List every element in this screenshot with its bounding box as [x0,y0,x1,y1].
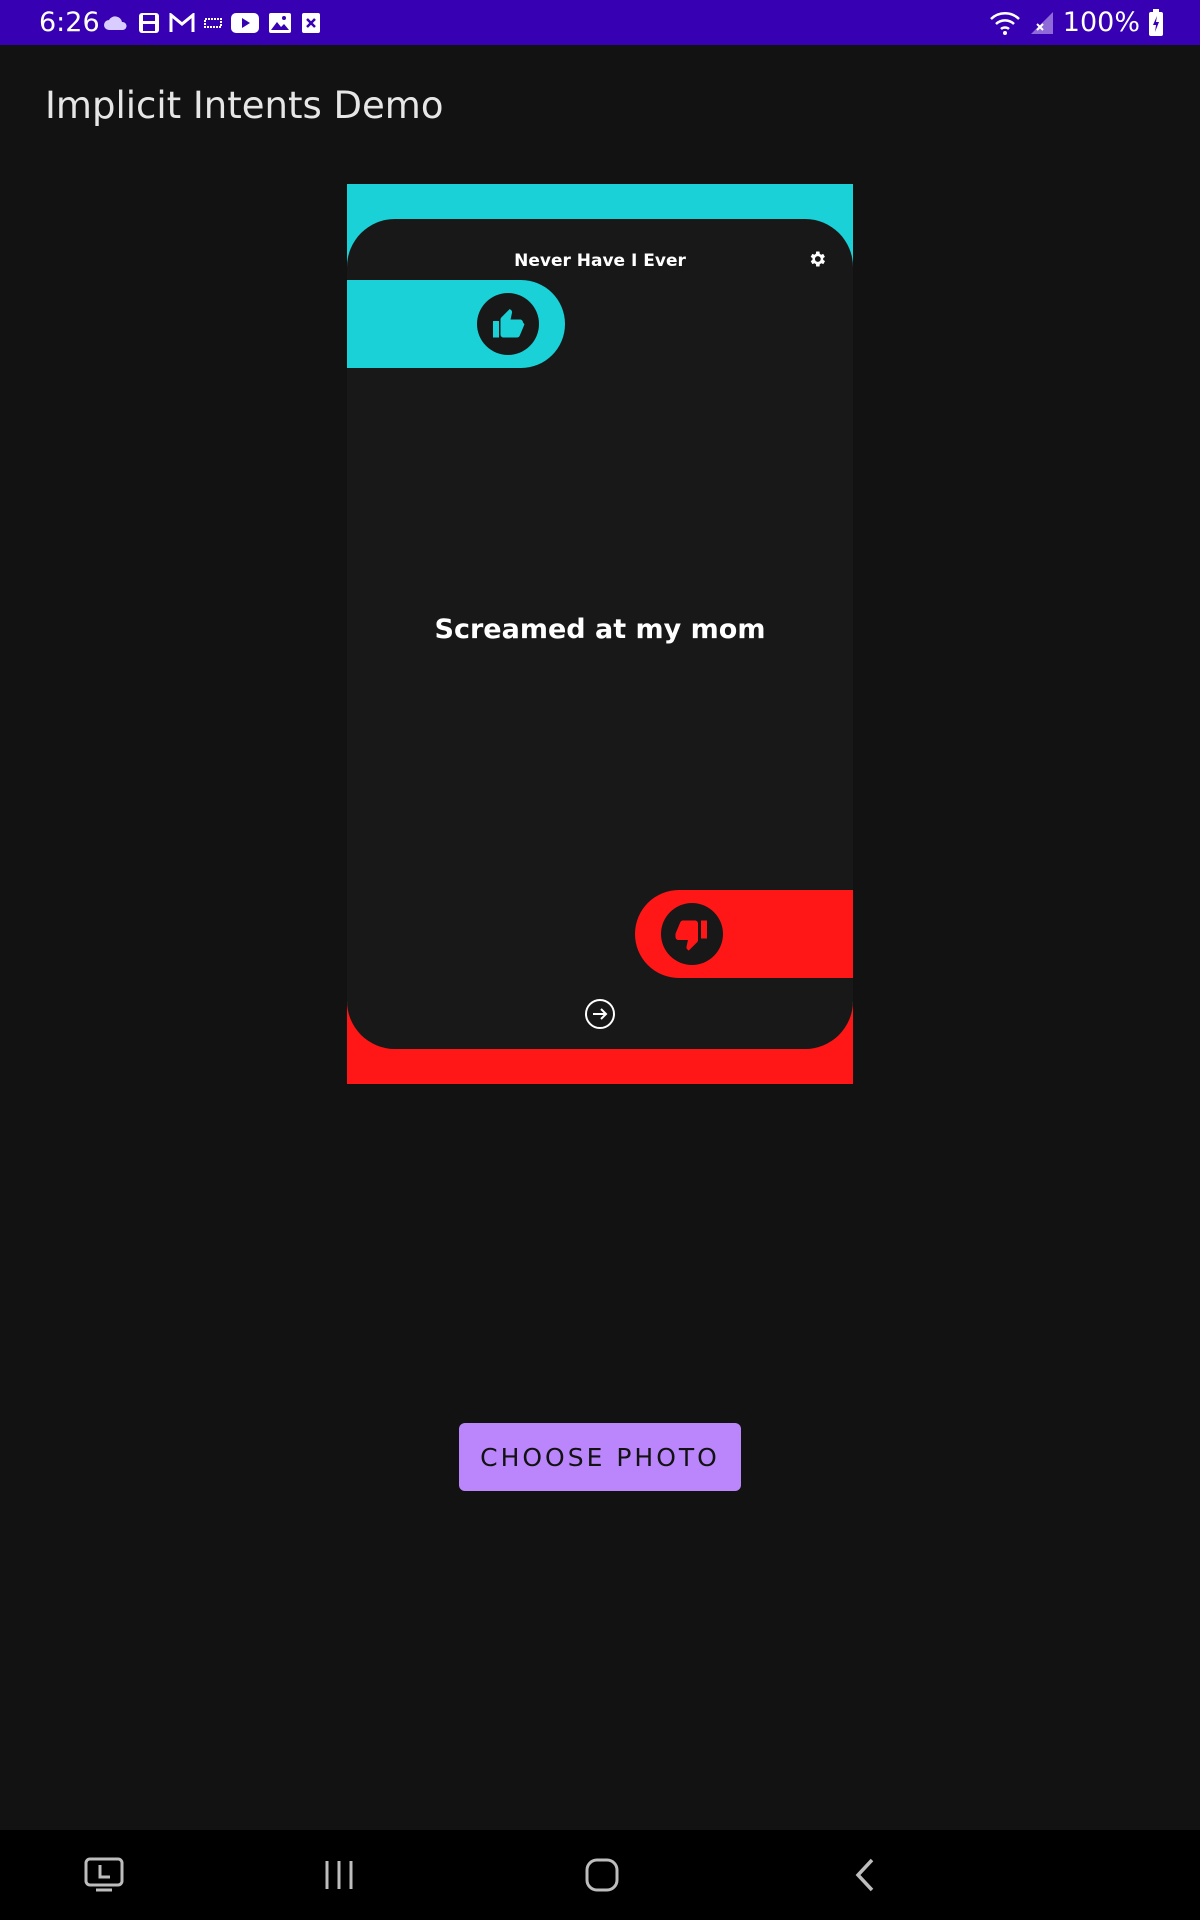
like-pill [347,280,565,368]
preview-card: Never Have I Ever Screamed at my mom [347,219,853,1049]
wifi-icon [989,11,1020,35]
status-bar: 6:26 100% [0,0,1200,45]
home-icon [585,1858,619,1892]
settings-gear-icon [810,251,825,267]
game-title: Never Have I Ever [514,251,686,271]
signal-icon [1030,11,1053,34]
dislike-circle [661,903,723,965]
back-icon [855,1858,874,1892]
notification-icons [103,10,321,36]
recents-button[interactable] [312,1848,366,1902]
gmail-icon [169,13,195,32]
back-button[interactable] [838,1848,892,1902]
battery-charging-icon [1149,8,1163,36]
home-button[interactable] [575,1848,629,1902]
status-time: 6:26 [39,7,100,38]
cloud-icon [104,16,127,30]
gallery-icon [269,13,291,33]
next-arrow-icon [585,999,615,1029]
battery-percent: 100% [1062,7,1140,38]
choose-photo-button[interactable]: CHOOSE PHOTO [459,1423,741,1491]
recent-apps-special-icon [84,1857,124,1892]
system-icons: 100% [989,6,1164,39]
page-title: Implicit Intents Demo [45,84,444,127]
recent-apps-special-button[interactable] [77,1848,131,1902]
thumbs-up-icon [493,309,525,338]
dislike-pill [635,890,853,978]
photo-preview: Never Have I Ever Screamed at my mom [347,184,853,1084]
navigation-bar [0,1830,1200,1920]
recents-icon [325,1861,353,1889]
like-circle [477,293,539,355]
thumbs-down-icon [675,920,707,951]
excel-icon [302,13,320,33]
save-icon [139,13,159,33]
youtube-icon [231,13,259,33]
statement-text: Screamed at my mom [434,614,766,645]
game-icon [204,18,222,28]
